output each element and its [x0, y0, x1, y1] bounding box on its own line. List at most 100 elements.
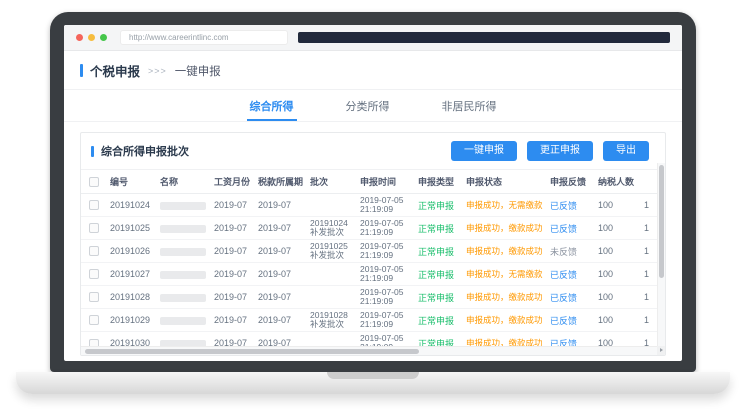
url-text: http://www.careerintlinc.com: [129, 33, 229, 42]
cell-select: [81, 263, 107, 286]
cell-feedback: 已反馈: [547, 194, 595, 217]
cell-salary-month: 2019-07: [211, 194, 255, 217]
cell-feedback: 已反馈: [547, 263, 595, 286]
laptop-screen: http://www.careerintlinc.com 个税申报 >>> 一键…: [64, 25, 682, 361]
table-row: 20191028 2019-07 2019-07 2019-07-05 21:1…: [81, 286, 665, 309]
cell-select: [81, 309, 107, 332]
declare-clock: 21:19:09: [360, 205, 412, 215]
cell-select: [81, 194, 107, 217]
row-checkbox[interactable]: [89, 246, 99, 256]
cell-salary-month: 2019-07: [211, 240, 255, 263]
browser-chrome: http://www.careerintlinc.com: [64, 25, 682, 51]
cell-name: [157, 286, 211, 309]
horizontal-scrollbar[interactable]: [81, 346, 657, 355]
income-type-tabs: 综合所得 分类所得 非居民所得: [64, 90, 682, 122]
cell-declare-time: 2019-07-05 21:19:09: [357, 309, 415, 332]
select-all-checkbox[interactable]: [89, 177, 99, 187]
redacted-name-placeholder: [160, 248, 206, 256]
row-checkbox[interactable]: [89, 292, 99, 302]
cell-id: 20191028: [107, 286, 157, 309]
page-subtitle: 一键申报: [175, 63, 221, 79]
redacted-name-placeholder: [160, 202, 206, 210]
declare-clock: 21:19:09: [360, 297, 412, 307]
cell-batch: 20191028 补发批次: [307, 309, 357, 332]
cell-salary-month: 2019-07: [211, 286, 255, 309]
action-buttons: 一键申报 更正申报 导出: [451, 141, 655, 161]
cell-batch: 20191024 补发批次: [307, 217, 357, 240]
cell-declare-status: 申报成功，缴款成功: [463, 286, 547, 309]
cell-salary-month: 2019-07: [211, 263, 255, 286]
panel-title-accent-bar: [91, 146, 94, 157]
table-row: 20191026 2019-07 2019-07 20191025 补发批次 2…: [81, 240, 665, 263]
row-checkbox[interactable]: [89, 315, 99, 325]
table-body: 20191024 2019-07 2019-07 2019-07-05 21:1…: [81, 194, 665, 355]
cell-declare-time: 2019-07-05 21:19:09: [357, 194, 415, 217]
cell-taxpayers: 100: [595, 286, 641, 309]
cell-salary-month: 2019-07: [211, 217, 255, 240]
column-header-name: 名称: [157, 170, 211, 194]
cell-tax-period: 2019-07: [255, 217, 307, 240]
cell-declare-type: 正常申报: [415, 240, 463, 263]
cell-id: 20191024: [107, 194, 157, 217]
one-click-declare-button[interactable]: 一键申报: [451, 141, 517, 161]
cell-name: [157, 194, 211, 217]
row-checkbox[interactable]: [89, 269, 99, 279]
cell-feedback: 已反馈: [547, 309, 595, 332]
row-checkbox[interactable]: [89, 200, 99, 210]
laptop-base-notch: [327, 372, 419, 379]
redacted-name-placeholder: [160, 317, 206, 325]
cell-feedback: 已反馈: [547, 286, 595, 309]
cell-declare-time: 2019-07-05 21:19:09: [357, 217, 415, 240]
correct-declare-button[interactable]: 更正申报: [527, 141, 593, 161]
cell-feedback: 已反馈: [547, 217, 595, 240]
cell-salary-month: 2019-07: [211, 309, 255, 332]
cell-declare-status: 申报成功，缴款成功: [463, 240, 547, 263]
window-close-icon[interactable]: [76, 34, 83, 41]
window-minimize-icon[interactable]: [88, 34, 95, 41]
tab-classified-income[interactable]: 分类所得: [343, 90, 393, 121]
export-button[interactable]: 导出: [603, 141, 649, 161]
cell-select: [81, 286, 107, 309]
cell-declare-time: 2019-07-05 21:19:09: [357, 286, 415, 309]
cell-tax-period: 2019-07: [255, 286, 307, 309]
cell-declare-type: 正常申报: [415, 194, 463, 217]
table-row: 20191024 2019-07 2019-07 2019-07-05 21:1…: [81, 194, 665, 217]
scrollbar-corner: [657, 346, 665, 355]
cell-name: [157, 263, 211, 286]
column-header-declare-type: 申报类型: [415, 170, 463, 194]
cell-id: 20191026: [107, 240, 157, 263]
breadcrumb-separator: >>>: [148, 66, 167, 76]
cell-taxpayers: 100: [595, 217, 641, 240]
panel-header: 综合所得申报批次 一键申报 更正申报 导出: [81, 133, 665, 169]
vertical-scrollbar-thumb[interactable]: [659, 165, 664, 278]
cell-batch: [307, 286, 357, 309]
declare-clock: 21:19:09: [360, 228, 412, 238]
cell-id: 20191027: [107, 263, 157, 286]
tab-comprehensive-income[interactable]: 综合所得: [247, 90, 297, 121]
column-header-batch: 批次: [307, 170, 357, 194]
batch-table: 编号 名称 工资月份 税款所属期 批次 申报时间 申报类型 申报状态 申报反馈 …: [81, 169, 665, 355]
cell-name: [157, 240, 211, 263]
cell-declare-type: 正常申报: [415, 217, 463, 240]
cell-taxpayers: 100: [595, 263, 641, 286]
column-header-tax-period: 税款所属期: [255, 170, 307, 194]
window-maximize-icon[interactable]: [100, 34, 107, 41]
scroll-arrow-icon: [660, 348, 663, 352]
cell-tax-period: 2019-07: [255, 240, 307, 263]
cell-batch: [307, 194, 357, 217]
vertical-scrollbar[interactable]: [657, 163, 665, 346]
cell-declare-type: 正常申报: [415, 309, 463, 332]
laptop-base: [16, 372, 730, 394]
address-bar[interactable]: http://www.careerintlinc.com: [120, 30, 288, 45]
tab-nonresident-income[interactable]: 非居民所得: [439, 90, 500, 121]
redacted-name-placeholder: [160, 294, 206, 302]
page-title: 个税申报: [90, 61, 140, 80]
batch-label: 补发批次: [310, 251, 354, 261]
cell-name: [157, 217, 211, 240]
column-header-feedback: 申报反馈: [547, 170, 595, 194]
horizontal-scrollbar-thumb[interactable]: [85, 349, 419, 354]
row-checkbox[interactable]: [89, 223, 99, 233]
declare-clock: 21:19:09: [360, 274, 412, 284]
cell-select: [81, 217, 107, 240]
cell-feedback: 未反馈: [547, 240, 595, 263]
